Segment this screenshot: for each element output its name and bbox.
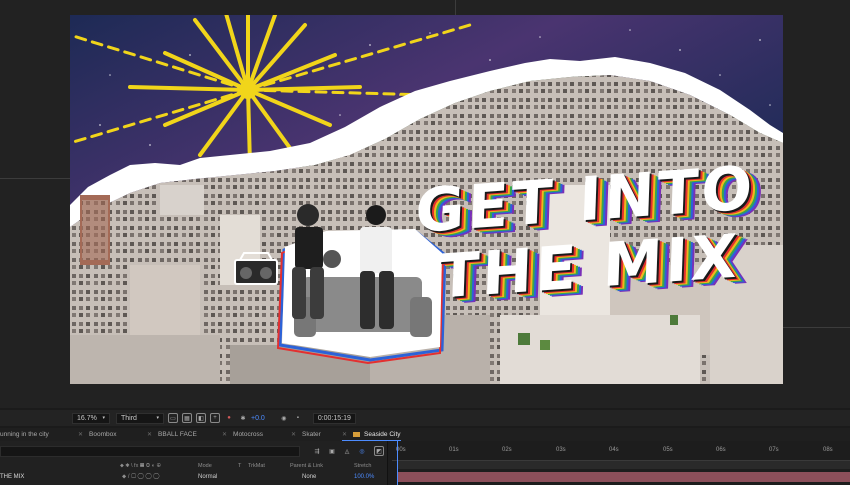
tab-label: Seaside City bbox=[364, 431, 401, 438]
timecode-value: 0:00:15:19 bbox=[317, 414, 351, 422]
frame-blending-icon[interactable]: ◎ bbox=[357, 446, 367, 456]
close-icon[interactable]: ✕ bbox=[342, 431, 347, 438]
label-color-swatch bbox=[353, 432, 361, 437]
layer-switches[interactable]: ⬥ / ▢ ◯ ◯ ◯ bbox=[122, 474, 159, 481]
layer-name[interactable]: THE MIX bbox=[0, 474, 24, 480]
layer-stretch-value[interactable]: 100.0% bbox=[354, 474, 374, 480]
show-snapshot-icon[interactable]: ▪ bbox=[293, 413, 303, 423]
layer-duration-bar[interactable] bbox=[398, 472, 850, 482]
viewer-guide-line bbox=[0, 178, 70, 179]
tab-running-in-the-city[interactable]: unning in the city bbox=[0, 428, 49, 441]
composition-frame[interactable]: GET INTO THE MIX bbox=[70, 15, 783, 384]
chevron-down-icon: ▾ bbox=[156, 415, 159, 421]
region-of-interest-icon[interactable]: ▭ bbox=[168, 413, 178, 423]
time-ruler-tick: 04s bbox=[609, 447, 619, 453]
viewer-guide-line bbox=[783, 327, 850, 328]
work-area-bar[interactable] bbox=[398, 461, 850, 469]
tab-label: unning in the city bbox=[0, 431, 49, 438]
time-ruler-tick: 08s bbox=[823, 447, 833, 453]
current-time-field[interactable]: 0:00:15:19 bbox=[312, 412, 356, 424]
time-ruler-tick: 02s bbox=[502, 447, 512, 453]
time-ruler-tick: 07s bbox=[769, 447, 779, 453]
time-ruler[interactable]: 00s 01s 02s 03s 04s 05s 06s 07s 08s bbox=[392, 447, 850, 461]
graph-editor-icon[interactable]: ◩ bbox=[374, 446, 384, 456]
color-channel-icon[interactable]: ● bbox=[224, 413, 234, 423]
layer-parent-dropdown[interactable]: None bbox=[302, 474, 316, 480]
time-ruler-tick: 03s bbox=[556, 447, 566, 453]
tab-skater[interactable]: ✕ Skater bbox=[291, 428, 321, 441]
mask-visibility-icon[interactable]: ◧ bbox=[196, 413, 206, 423]
shy-layers-icon[interactable]: ◬ bbox=[342, 446, 352, 456]
tab-label: Skater bbox=[302, 431, 321, 438]
exposure-value[interactable]: +0.0 bbox=[251, 415, 265, 422]
close-icon[interactable]: ✕ bbox=[147, 431, 152, 438]
tab-label: Motocross bbox=[233, 431, 264, 438]
transparency-grid-icon[interactable]: ▦ bbox=[182, 413, 192, 423]
close-icon[interactable]: ✕ bbox=[78, 431, 83, 438]
snapshot-icon[interactable]: ◉ bbox=[279, 413, 289, 423]
composition-viewer[interactable]: GET INTO THE MIX bbox=[0, 0, 850, 408]
reset-exposure-icon[interactable]: ✱ bbox=[238, 413, 248, 423]
mode-column-header: Mode bbox=[198, 463, 212, 469]
guides-icon[interactable]: + bbox=[210, 413, 220, 423]
layer-search-input[interactable] bbox=[0, 446, 300, 457]
trkmat-column-header: TrkMat bbox=[248, 463, 265, 469]
time-ruler-tick: 06s bbox=[716, 447, 726, 453]
viewer-guide-line bbox=[455, 0, 456, 15]
stretch-column-header: Stretch bbox=[354, 463, 372, 469]
draft-3d-icon[interactable]: ▣ bbox=[327, 446, 337, 456]
composition-tabs-bar: unning in the city ✕ Boombox ✕ BBALL FAC… bbox=[0, 428, 850, 441]
close-icon[interactable]: ✕ bbox=[222, 431, 227, 438]
timeline-panel: ⇶ ▣ ◬ ◎ ◩ ⬥ ✱ \ fx ▦ ◎ ◐ ⊕ Mode T TrkMat… bbox=[0, 441, 850, 485]
zoom-value: 16.7% bbox=[77, 414, 97, 422]
chevron-down-icon: ▾ bbox=[102, 415, 105, 421]
resolution-dropdown[interactable]: Third ▾ bbox=[116, 412, 164, 424]
viewer-toolbar: 16.7% ▾ Third ▾ ▭ ▦ ◧ + ● ✱ +0.0 ◉ ▪ 0:0… bbox=[0, 410, 850, 426]
time-ruler-tick: 01s bbox=[449, 447, 459, 453]
time-ruler-tick: 05s bbox=[663, 447, 673, 453]
tab-seaside-city[interactable]: ✕ Seaside City bbox=[342, 428, 401, 441]
tab-bball-face[interactable]: ✕ BBALL FACE bbox=[147, 428, 197, 441]
close-icon[interactable]: ✕ bbox=[291, 431, 296, 438]
switches-icons: ⬥ ✱ \ fx ▦ ◎ ◐ ⊕ bbox=[120, 463, 161, 469]
t-column-header: T bbox=[238, 463, 242, 469]
tab-label: BBALL FACE bbox=[158, 431, 197, 438]
resolution-value: Third bbox=[121, 414, 137, 422]
tab-motocross[interactable]: ✕ Motocross bbox=[222, 428, 263, 441]
layer-panel: ⇶ ▣ ◬ ◎ ◩ ⬥ ✱ \ fx ▦ ◎ ◐ ⊕ Mode T TrkMat… bbox=[0, 441, 388, 485]
composition-flowchart-icon[interactable]: ⇶ bbox=[312, 446, 322, 456]
magnification-dropdown[interactable]: 16.7% ▾ bbox=[72, 412, 110, 424]
tab-label: Boombox bbox=[89, 431, 117, 438]
tab-boombox[interactable]: ✕ Boombox bbox=[78, 428, 117, 441]
layer-mode-dropdown[interactable]: Normal bbox=[198, 474, 217, 480]
parent-column-header: Parent & Link bbox=[290, 463, 324, 469]
current-time-indicator[interactable] bbox=[397, 441, 398, 485]
